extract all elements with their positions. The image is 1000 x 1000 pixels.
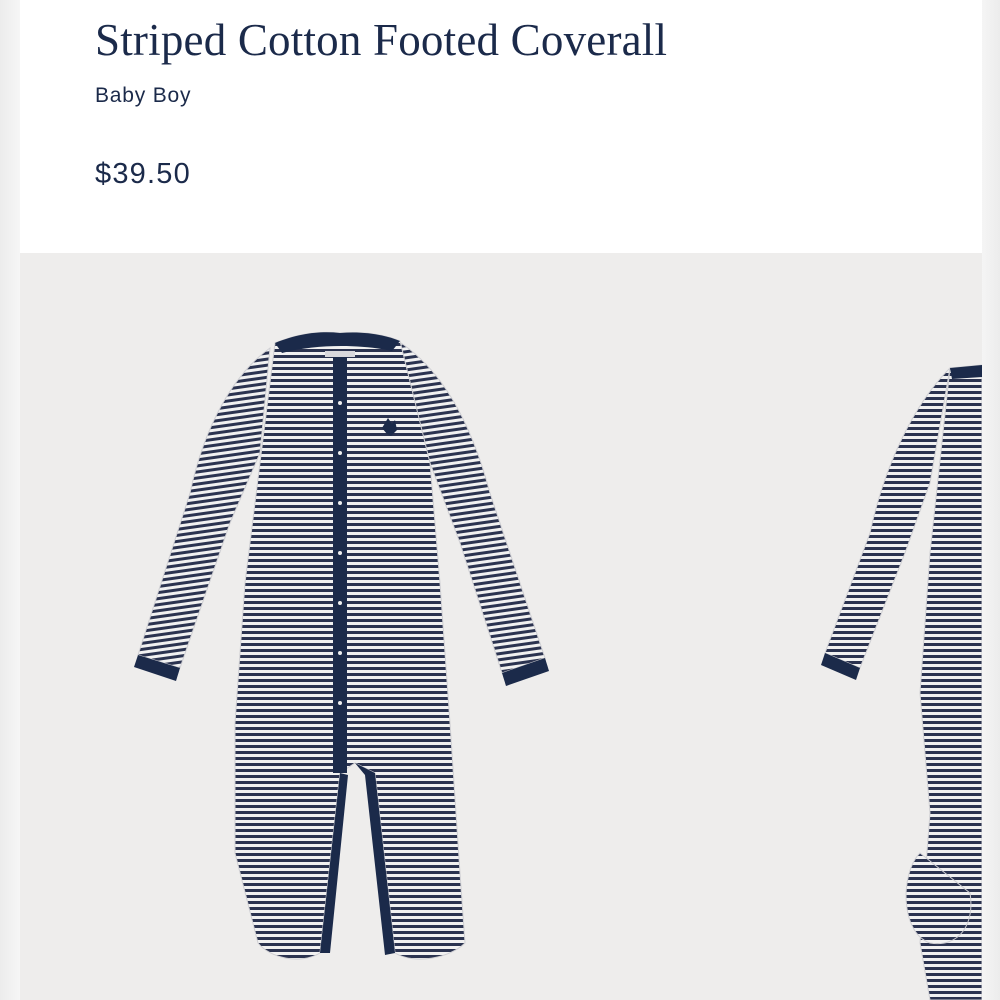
neck-label: [325, 351, 355, 357]
page: Striped Cotton Footed Coverall Baby Boy …: [0, 0, 1000, 1000]
product-card: Striped Cotton Footed Coverall Baby Boy …: [20, 0, 982, 1000]
product-image-carousel[interactable]: [20, 253, 982, 1000]
product-header: Striped Cotton Footed Coverall Baby Boy …: [20, 0, 982, 253]
product-title: Striped Cotton Footed Coverall: [95, 15, 668, 65]
product-category[interactable]: Baby Boy: [95, 84, 191, 108]
product-image-side[interactable]: [800, 253, 982, 1000]
front-placket: [333, 353, 347, 773]
product-price: $39.50: [95, 158, 191, 190]
coverall-side-illustration: [821, 364, 982, 1000]
